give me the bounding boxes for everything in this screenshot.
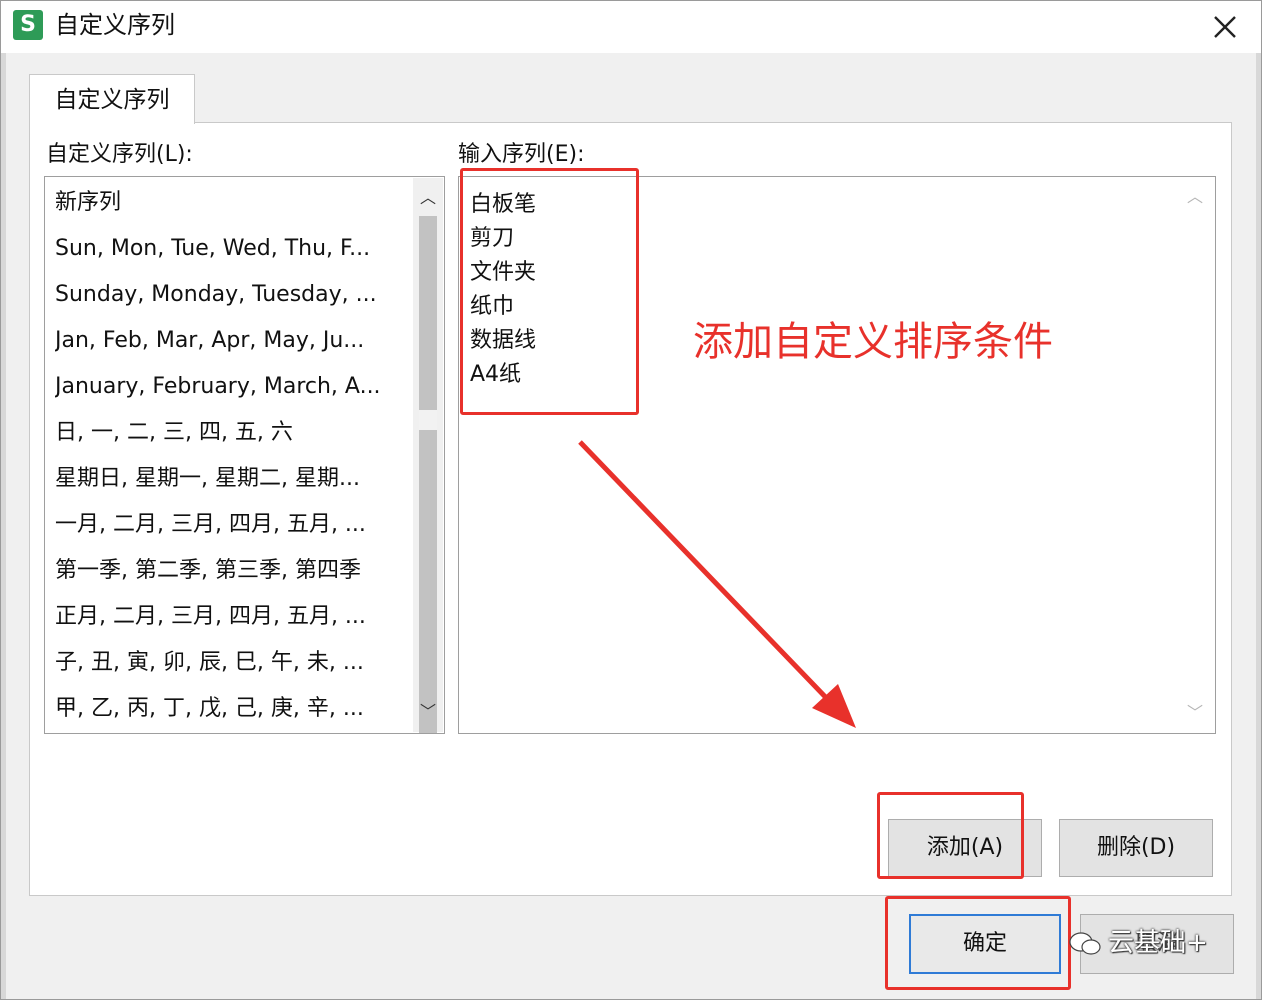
list-item[interactable]: Sun, Mon, Tue, Wed, Thu, F... <box>55 234 405 264</box>
chevron-down-icon[interactable]: ﹀ <box>416 700 440 724</box>
scrollbar-thumb-notch <box>419 410 437 430</box>
list-item[interactable]: 新序列 <box>55 188 405 218</box>
wechat-icon <box>1069 931 1101 955</box>
window-edge-left <box>1 53 6 999</box>
list-label: 自定义序列(L): <box>46 142 193 167</box>
entry-line: 白板笔 <box>470 192 537 217</box>
entry-line: 数据线 <box>470 328 537 353</box>
list-item[interactable]: Sunday, Monday, Tuesday, ... <box>55 280 405 310</box>
title-bar: S 自定义序列 <box>1 1 1261 53</box>
entry-line: A4纸 <box>470 362 522 387</box>
list-scrollbar[interactable]: ︿ ﹀ <box>413 178 443 733</box>
list-item[interactable]: 子, 丑, 寅, 卯, 辰, 巳, 午, 未, ... <box>55 648 405 678</box>
chevron-up-icon[interactable]: ︿ <box>1183 185 1207 209</box>
list-item[interactable]: 正月, 二月, 三月, 四月, 五月, ... <box>55 602 405 632</box>
close-icon[interactable] <box>1207 9 1243 45</box>
list-item[interactable]: 甲, 乙, 丙, 丁, 戊, 己, 庚, 辛, ... <box>55 694 405 724</box>
app-logo-icon: S <box>13 10 43 40</box>
watermark: 云基础+ <box>1068 922 1208 959</box>
watermark-text: 云基础+ <box>1108 928 1208 958</box>
entry-label: 输入序列(E): <box>458 142 585 167</box>
window-edge-right <box>1256 53 1261 999</box>
entry-line: 纸巾 <box>470 294 515 319</box>
delete-button[interactable]: 删除(D) <box>1059 819 1213 877</box>
scrollbar-thumb[interactable] <box>419 216 437 733</box>
chevron-up-icon[interactable]: ︿ <box>416 186 440 210</box>
dialog-title: 自定义序列 <box>55 11 175 39</box>
sequence-entry-textarea[interactable]: 白板笔 剪刀 文件夹 纸巾 数据线 A4纸 ︿ ﹀ <box>458 176 1216 734</box>
list-item[interactable]: 一月, 二月, 三月, 四月, 五月, ... <box>55 510 405 540</box>
custom-list-listbox[interactable]: 新序列 Sun, Mon, Tue, Wed, Thu, F... Sunday… <box>44 176 445 734</box>
list-item[interactable]: 星期日, 星期一, 星期二, 星期... <box>55 464 405 494</box>
list-item[interactable]: Jan, Feb, Mar, Apr, May, Ju... <box>55 326 405 356</box>
chevron-down-icon[interactable]: ﹀ <box>1183 701 1207 725</box>
ok-button[interactable]: 确定 <box>909 914 1061 974</box>
entry-line: 文件夹 <box>470 260 537 285</box>
list-item[interactable]: 日, 一, 二, 三, 四, 五, 六 <box>55 418 405 448</box>
list-item[interactable]: January, February, March, A... <box>55 372 405 402</box>
tab-custom-list[interactable]: 自定义序列 <box>29 74 195 124</box>
annotation-text: 添加自定义排序条件 <box>693 319 1053 365</box>
list-item[interactable]: 第一季, 第二季, 第三季, 第四季 <box>55 556 405 586</box>
entry-line: 剪刀 <box>470 226 515 251</box>
add-button[interactable]: 添加(A) <box>888 819 1042 877</box>
